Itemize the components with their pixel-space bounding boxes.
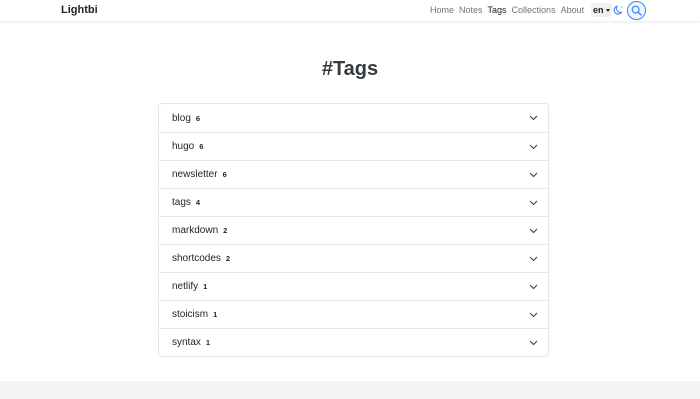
search-icon: [631, 5, 642, 16]
nav-link-about[interactable]: About: [561, 5, 585, 15]
chevron-down-icon: [529, 115, 538, 121]
language-label: en: [593, 5, 604, 15]
nav-link-collections[interactable]: Collections: [512, 5, 556, 15]
tag-row-shortcodes[interactable]: shortcodes 2: [159, 244, 548, 272]
tag-row-syntax[interactable]: syntax 1: [159, 328, 548, 356]
page-title: #Tags: [321, 58, 379, 80]
tag-count-badge: 2: [223, 226, 228, 235]
tag-count-badge: 1: [205, 338, 211, 347]
tag-accordion: blog 6 hugo 6 newsletter 6 tags 4 markdo…: [158, 103, 549, 357]
chevron-down-icon: [529, 144, 538, 150]
tag-row-stoicism[interactable]: stoicism 1: [159, 300, 548, 328]
tag-count-badge: 6: [195, 113, 201, 123]
chevron-down-icon: [529, 256, 538, 262]
tag-count-badge: 4: [195, 198, 201, 207]
language-dropdown[interactable]: en: [591, 3, 612, 17]
caret-down-icon: [605, 8, 610, 12]
tag-name: hugo: [172, 141, 195, 152]
chevron-down-icon: [529, 172, 538, 178]
tag-name: newsletter: [172, 169, 218, 180]
tag-name: tags: [172, 197, 191, 208]
search-button[interactable]: [627, 1, 646, 20]
tag-name: syntax: [172, 337, 201, 348]
tag-count-badge: 2: [225, 254, 231, 263]
brand-logo-link[interactable]: Lightbi: [61, 4, 98, 16]
moon-icon[interactable]: [613, 4, 625, 16]
tag-count-badge: 1: [203, 282, 208, 291]
tag-row-netlify[interactable]: netlify 1: [159, 272, 548, 300]
tag-name: stoicism: [172, 309, 209, 320]
tag-row-blog[interactable]: blog 6: [159, 104, 548, 132]
tag-name: shortcodes: [172, 253, 221, 264]
tag-row-markdown[interactable]: markdown 2: [159, 216, 548, 244]
nav-link-notes[interactable]: Notes: [459, 5, 483, 15]
tag-name: netlify: [172, 281, 199, 292]
page-footer: [0, 381, 700, 399]
chevron-down-icon: [529, 228, 538, 234]
chevron-down-icon: [529, 340, 538, 346]
navbar: Lightbi Home Notes Tags Collections Abou…: [0, 0, 700, 21]
nav-link-home[interactable]: Home: [430, 5, 454, 15]
tag-count-badge: 6: [222, 170, 227, 179]
chevron-down-icon: [529, 200, 538, 206]
tag-name: blog: [172, 112, 191, 124]
tag-count-badge: 6: [199, 142, 204, 151]
chevron-down-icon: [529, 312, 538, 318]
main-nav: Home Notes Tags Collections About: [430, 5, 589, 15]
tag-row-hugo[interactable]: hugo 6: [159, 132, 548, 160]
chevron-down-icon: [529, 284, 538, 290]
tag-name: markdown: [172, 225, 219, 236]
tag-count-badge: 1: [213, 310, 218, 319]
tag-row-newsletter[interactable]: newsletter 6: [159, 160, 548, 188]
nav-link-tags[interactable]: Tags: [488, 5, 507, 15]
tag-row-tags[interactable]: tags 4: [159, 188, 548, 216]
